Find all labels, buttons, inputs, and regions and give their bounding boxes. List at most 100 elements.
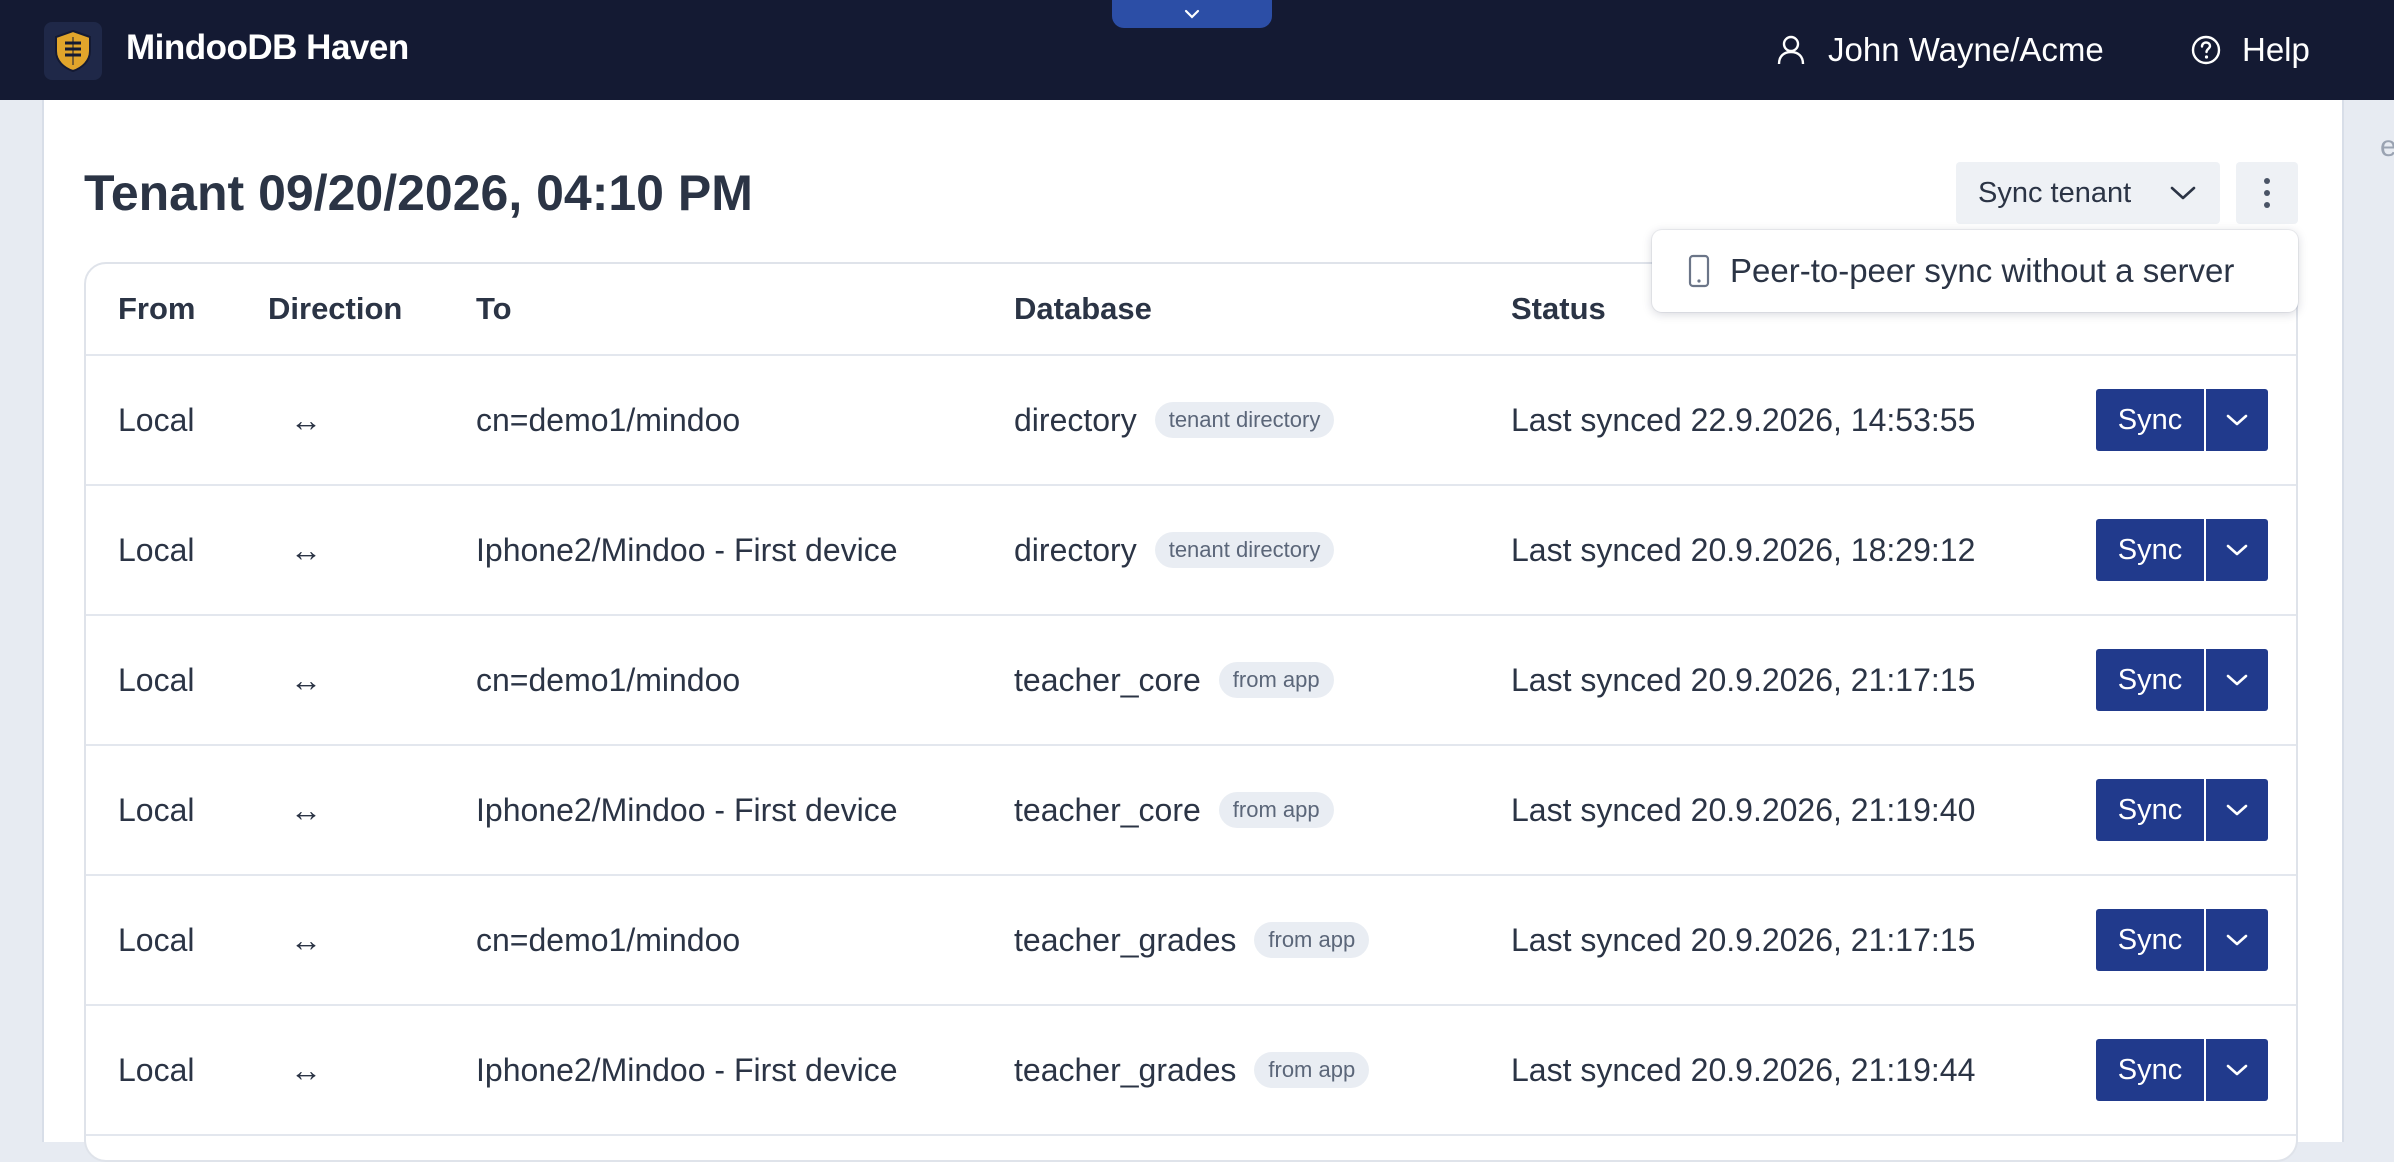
sync-button[interactable]: Sync bbox=[2096, 519, 2204, 581]
bidirectional-arrow-icon: ↔ bbox=[290, 661, 322, 698]
more-options-menu: Peer-to-peer sync without a server bbox=[1652, 230, 2298, 312]
cell-action: Sync bbox=[2096, 1006, 2268, 1134]
chevron-down-icon bbox=[2226, 1064, 2248, 1076]
database-badge: tenant directory bbox=[1154, 402, 1335, 438]
database-badge: from app bbox=[1218, 662, 1334, 698]
column-header-direction: Direction bbox=[268, 291, 403, 326]
help-circle-icon bbox=[2191, 35, 2221, 65]
help-label: Help bbox=[2242, 31, 2310, 68]
sync-options-button[interactable] bbox=[2206, 909, 2268, 971]
cell-database: teacher_grades from app bbox=[1014, 1006, 1370, 1134]
edge-fragment: e bbox=[2380, 130, 2394, 163]
menu-item-peer-to-peer-sync[interactable]: Peer-to-peer sync without a server bbox=[1730, 252, 2234, 290]
database-name: teacher_core bbox=[1014, 791, 1201, 828]
cell-database: directory tenant directory bbox=[1014, 356, 1335, 484]
bidirectional-arrow-icon: ↔ bbox=[290, 531, 322, 568]
cell-action: Sync bbox=[2096, 356, 2268, 484]
cell-action: Sync bbox=[2096, 876, 2268, 1004]
bidirectional-arrow-icon: ↔ bbox=[290, 1051, 322, 1088]
sync-split-button: Sync bbox=[2096, 389, 2268, 451]
shield-logo-icon bbox=[55, 29, 91, 73]
cell-status: Last synced 20.9.2026, 21:19:40 bbox=[1511, 791, 1976, 828]
sync-options-button[interactable] bbox=[2206, 519, 2268, 581]
database-badge: from app bbox=[1254, 1052, 1370, 1088]
sync-split-button: Sync bbox=[2096, 519, 2268, 581]
cell-from: Local bbox=[118, 921, 195, 958]
sync-tenant-button[interactable]: Sync tenant bbox=[1956, 162, 2220, 224]
user-icon bbox=[1777, 35, 1805, 65]
cell-from: Local bbox=[118, 791, 195, 828]
chevron-down-icon bbox=[2226, 414, 2248, 426]
cell-status: Last synced 22.9.2026, 14:53:55 bbox=[1511, 401, 1976, 438]
column-header-status: Status bbox=[1511, 291, 1606, 326]
table-row: Local ↔ cn=demo1/mindoo teacher_core fro… bbox=[86, 616, 2296, 746]
sync-options-button[interactable] bbox=[2206, 389, 2268, 451]
help-button[interactable]: Help bbox=[2190, 28, 2310, 72]
table-row: Local ↔ cn=demo1/mindoo directory tenant… bbox=[86, 356, 2296, 486]
cell-from: Local bbox=[118, 401, 195, 438]
more-options-button[interactable] bbox=[2236, 162, 2298, 224]
cell-action: Sync bbox=[2096, 746, 2268, 874]
sync-table: From Direction To Database Status Local … bbox=[84, 262, 2298, 1162]
bidirectional-arrow-icon: ↔ bbox=[290, 791, 322, 828]
chevron-down-icon bbox=[2226, 544, 2248, 556]
cell-action: Sync bbox=[2096, 486, 2268, 614]
cell-to: Iphone2/Mindoo - First device bbox=[476, 531, 898, 568]
cell-status: Last synced 20.9.2026, 21:17:15 bbox=[1511, 921, 1976, 958]
cell-from: Local bbox=[118, 1051, 195, 1088]
topbar-expand-tab[interactable] bbox=[1112, 0, 1272, 28]
database-name: directory bbox=[1014, 401, 1137, 438]
database-badge: from app bbox=[1254, 922, 1370, 958]
cell-database: teacher_core from app bbox=[1014, 746, 1334, 874]
cell-status: Last synced 20.9.2026, 21:17:15 bbox=[1511, 661, 1976, 698]
cell-to: cn=demo1/mindoo bbox=[476, 661, 741, 698]
bidirectional-arrow-icon: ↔ bbox=[290, 921, 322, 958]
sync-split-button: Sync bbox=[2096, 1039, 2268, 1101]
user-name: John Wayne/Acme bbox=[1828, 31, 2104, 68]
database-name: teacher_core bbox=[1014, 661, 1201, 698]
cell-database: teacher_core from app bbox=[1014, 616, 1334, 744]
sync-button[interactable]: Sync bbox=[2096, 779, 2204, 841]
table-row: Local ↔ cn=demo1/mindoo teacher_grades f… bbox=[86, 876, 2296, 1006]
chevron-down-icon bbox=[2170, 186, 2196, 200]
user-menu[interactable]: John Wayne/Acme bbox=[1776, 28, 2104, 72]
top-bar: MindooDB Haven John Wayne/Acme Help bbox=[0, 0, 2394, 100]
cell-to: Iphone2/Mindoo - First device bbox=[476, 791, 898, 828]
cell-from: Local bbox=[118, 531, 195, 568]
table-row: Local ↔ Iphone2/Mindoo - First device di… bbox=[86, 486, 2296, 616]
page-title: Tenant 09/20/2026, 04:10 PM bbox=[84, 165, 753, 221]
phone-icon bbox=[1688, 254, 1710, 288]
chevron-down-icon bbox=[2226, 674, 2248, 686]
sync-options-button[interactable] bbox=[2206, 779, 2268, 841]
cell-to: cn=demo1/mindoo bbox=[476, 401, 741, 438]
cell-from: Local bbox=[118, 661, 195, 698]
sync-options-button[interactable] bbox=[2206, 649, 2268, 711]
sync-options-button[interactable] bbox=[2206, 1039, 2268, 1101]
cell-status: Last synced 20.9.2026, 18:29:12 bbox=[1511, 531, 1976, 568]
app-title: MindooDB Haven bbox=[126, 28, 409, 67]
sync-split-button: Sync bbox=[2096, 649, 2268, 711]
sync-button[interactable]: Sync bbox=[2096, 389, 2204, 451]
app-logo[interactable] bbox=[44, 22, 102, 80]
cell-database: directory tenant directory bbox=[1014, 486, 1335, 614]
cell-action: Sync bbox=[2096, 616, 2268, 744]
column-header-database: Database bbox=[1014, 291, 1152, 326]
kebab-menu-icon bbox=[2264, 178, 2270, 208]
table-row: Local ↔ Iphone2/Mindoo - First device te… bbox=[86, 1006, 2296, 1136]
chevron-down-icon bbox=[2226, 934, 2248, 946]
sync-button[interactable]: Sync bbox=[2096, 909, 2204, 971]
column-header-to: To bbox=[476, 291, 512, 326]
database-badge: tenant directory bbox=[1154, 532, 1335, 568]
sync-button[interactable]: Sync bbox=[2096, 1039, 2204, 1101]
chevron-down-icon bbox=[1184, 9, 1200, 19]
database-name: teacher_grades bbox=[1014, 1051, 1237, 1088]
sync-split-button: Sync bbox=[2096, 909, 2268, 971]
bidirectional-arrow-icon: ↔ bbox=[290, 401, 322, 438]
cell-database: teacher_grades from app bbox=[1014, 876, 1370, 1004]
chevron-down-icon bbox=[2226, 804, 2248, 816]
cell-to: Iphone2/Mindoo - First device bbox=[476, 1051, 898, 1088]
sync-button[interactable]: Sync bbox=[2096, 649, 2204, 711]
database-name: directory bbox=[1014, 531, 1137, 568]
database-name: teacher_grades bbox=[1014, 921, 1237, 958]
sync-split-button: Sync bbox=[2096, 779, 2268, 841]
